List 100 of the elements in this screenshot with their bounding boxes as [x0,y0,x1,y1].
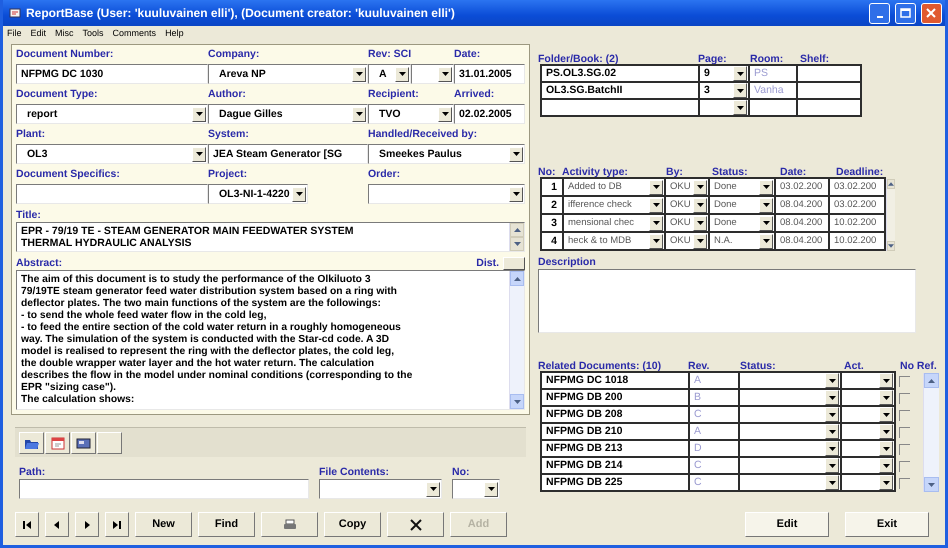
minimize-button[interactable] [869,2,890,24]
dropdown-button[interactable] [649,234,663,248]
dropdown-button[interactable] [484,482,498,496]
dropdown-button[interactable] [352,66,366,82]
dropdown-button[interactable] [292,186,306,202]
dropdown-field[interactable] [452,479,500,499]
delete-button[interactable] [387,512,444,537]
button[interactable]: Find [198,512,255,537]
dropdown-field[interactable] [698,98,750,117]
dropdown-button[interactable] [825,407,839,422]
navigation-button[interactable] [45,512,69,537]
dropdown-button[interactable] [825,458,839,473]
scrollbar[interactable] [923,373,939,492]
dropdown-button[interactable] [879,441,893,456]
button[interactable]: Edit [745,512,829,537]
close-button[interactable] [921,2,942,24]
navigation-button[interactable] [75,512,99,537]
dropdown-field[interactable]: TVO [368,104,454,124]
checkbox[interactable] [899,478,910,489]
dropdown-field[interactable] [319,479,442,499]
dropdown-field[interactable]: Dague Gilles [208,104,368,124]
text-field[interactable]: JEA Steam Generator [SG [208,144,368,164]
dropdown-button[interactable] [733,66,747,81]
text-area[interactable]: EPR - 79/19 TE - STEAM GENERATOR MAIN FEEDWATER SYSTEM THERMAL HYDRAULIC ANALYSIS [16,222,525,252]
scroll-up-button[interactable] [510,271,524,286]
dropdown-button[interactable] [825,390,839,405]
dropdown-button[interactable] [879,475,893,490]
toolbar-button[interactable] [19,432,44,454]
dropdown-field[interactable] [411,64,454,84]
dist-button[interactable] [503,256,525,270]
navigation-button[interactable] [15,512,39,537]
dropdown-field[interactable]: A [368,64,411,84]
dropdown-button[interactable] [733,83,747,98]
toolbar-button[interactable] [71,432,96,454]
dropdown-button[interactable] [825,373,839,388]
text-field[interactable] [16,184,208,204]
checkbox[interactable] [899,444,910,455]
menu-item[interactable]: Misc [55,28,74,38]
scroll-up-button[interactable] [924,373,939,388]
dropdown-button[interactable] [825,441,839,456]
dropdown-button[interactable] [879,407,893,422]
scrollbar[interactable] [886,179,895,251]
scroll-up-button[interactable] [887,179,895,189]
dropdown-button[interactable] [759,198,773,212]
dropdown-button[interactable] [352,106,366,122]
text-area[interactable] [16,270,525,410]
button[interactable]: New [135,512,192,537]
dropdown-button[interactable] [825,475,839,490]
dropdown-button[interactable] [693,198,707,212]
scroll-down-button[interactable] [924,477,939,492]
text-field[interactable]: NFPMG DC 1030 [16,64,208,84]
dropdown-button[interactable] [649,180,663,194]
dropdown-field[interactable]: report [16,104,208,124]
dropdown-button[interactable] [649,216,663,230]
dropdown-field[interactable]: OL3 [16,144,208,164]
dropdown-field[interactable]: OKU [664,231,710,251]
dropdown-button[interactable] [509,146,523,162]
dropdown-button[interactable] [879,373,893,388]
scroll-down-button[interactable] [510,237,524,251]
dropdown-field[interactable] [368,184,525,204]
dropdown-button[interactable] [438,106,452,122]
checkbox[interactable] [899,410,910,421]
dropdown-button[interactable] [759,180,773,194]
button[interactable]: Exit [845,512,929,537]
dropdown-field[interactable] [840,473,896,492]
dropdown-button[interactable] [759,234,773,248]
dropdown-button[interactable] [438,66,452,82]
dropdown-button[interactable] [395,66,409,82]
scroll-down-button[interactable] [887,241,895,251]
scroll-up-button[interactable] [510,223,524,237]
scroll-down-button[interactable] [510,394,524,409]
navigation-button[interactable] [105,512,129,537]
dropdown-field[interactable]: Smeekes Paulus [368,144,525,164]
dropdown-button[interactable] [879,458,893,473]
checkbox[interactable] [899,461,910,472]
dropdown-field[interactable]: Areva NP [208,64,368,84]
dropdown-button[interactable] [649,198,663,212]
menu-item[interactable]: Help [165,28,184,38]
dropdown-button[interactable] [509,186,523,202]
dropdown-button[interactable] [426,482,440,496]
print-button[interactable] [261,512,318,537]
dropdown-button[interactable] [693,216,707,230]
description-field[interactable] [538,269,916,333]
dropdown-button[interactable] [825,424,839,439]
dropdown-button[interactable] [759,216,773,230]
menu-item[interactable]: Comments [112,28,156,38]
checkbox[interactable] [899,427,910,438]
dropdown-button[interactable] [879,424,893,439]
menu-item[interactable]: Tools [82,28,104,38]
text-field[interactable]: 31.01.2005 [454,64,525,84]
dropdown-button[interactable] [733,100,747,115]
dropdown-field[interactable]: OL3-NI-1-4220 [208,184,308,204]
dropdown-field[interactable] [738,473,842,492]
dropdown-button[interactable] [192,146,206,162]
checkbox[interactable] [899,393,910,404]
button[interactable]: Copy [324,512,381,537]
maximize-button[interactable] [895,2,916,24]
dropdown-button[interactable] [879,390,893,405]
scrollbar[interactable] [509,271,524,409]
dropdown-button[interactable] [192,106,206,122]
